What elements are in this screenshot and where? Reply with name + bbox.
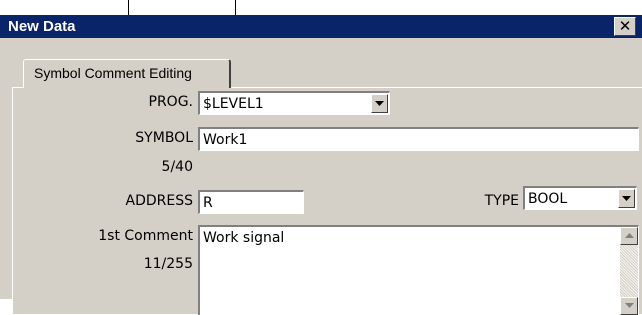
close-button[interactable]: ✕	[614, 17, 636, 36]
symbol-char-count: 5/40	[161, 159, 193, 175]
comment-value: Work signal	[203, 230, 285, 246]
prog-dropdown-button[interactable]	[371, 94, 388, 113]
title-bar: New Data ✕	[0, 15, 642, 38]
chevron-down-icon	[375, 101, 384, 106]
background-window-fragment	[128, 0, 236, 16]
scroll-down-button[interactable]	[620, 297, 638, 315]
address-label: ADDRESS	[125, 193, 193, 209]
tab-label: Symbol Comment Editing	[34, 65, 192, 81]
window-title: New Data	[8, 18, 76, 35]
chevron-down-icon	[622, 196, 631, 201]
address-value: R	[203, 195, 213, 211]
tab-panel: PROG. $LEVEL1 SYMBOL Work1 5/40 ADDRESS …	[12, 87, 642, 315]
type-value: BOOL	[528, 191, 568, 207]
comment-textarea[interactable]: Work signal	[198, 225, 639, 315]
address-input[interactable]: R	[198, 190, 304, 214]
comment-label: 1st Comment	[98, 228, 193, 244]
tab-symbol-comment-editing[interactable]: Symbol Comment Editing	[23, 59, 231, 88]
type-select[interactable]: BOOL	[523, 186, 637, 210]
symbol-input[interactable]: Work1	[198, 127, 639, 151]
prog-value: $LEVEL1	[203, 96, 264, 112]
type-label: TYPE	[484, 193, 519, 209]
type-dropdown-button[interactable]	[618, 189, 635, 208]
scroll-up-arrow-icon	[625, 233, 634, 238]
scroll-up-button[interactable]	[620, 227, 638, 245]
symbol-label: SYMBOL	[135, 130, 193, 146]
symbol-value: Work1	[203, 132, 248, 148]
prog-label: PROG.	[148, 94, 194, 110]
prog-select[interactable]: $LEVEL1	[198, 91, 390, 115]
comment-scrollbar[interactable]	[620, 227, 638, 315]
close-icon: ✕	[618, 17, 632, 35]
scroll-down-arrow-icon	[625, 303, 634, 308]
comment-char-count: 11/255	[143, 256, 193, 272]
new-data-dialog: New Data ✕ Symbol Comment Editing PROG. …	[0, 15, 642, 315]
